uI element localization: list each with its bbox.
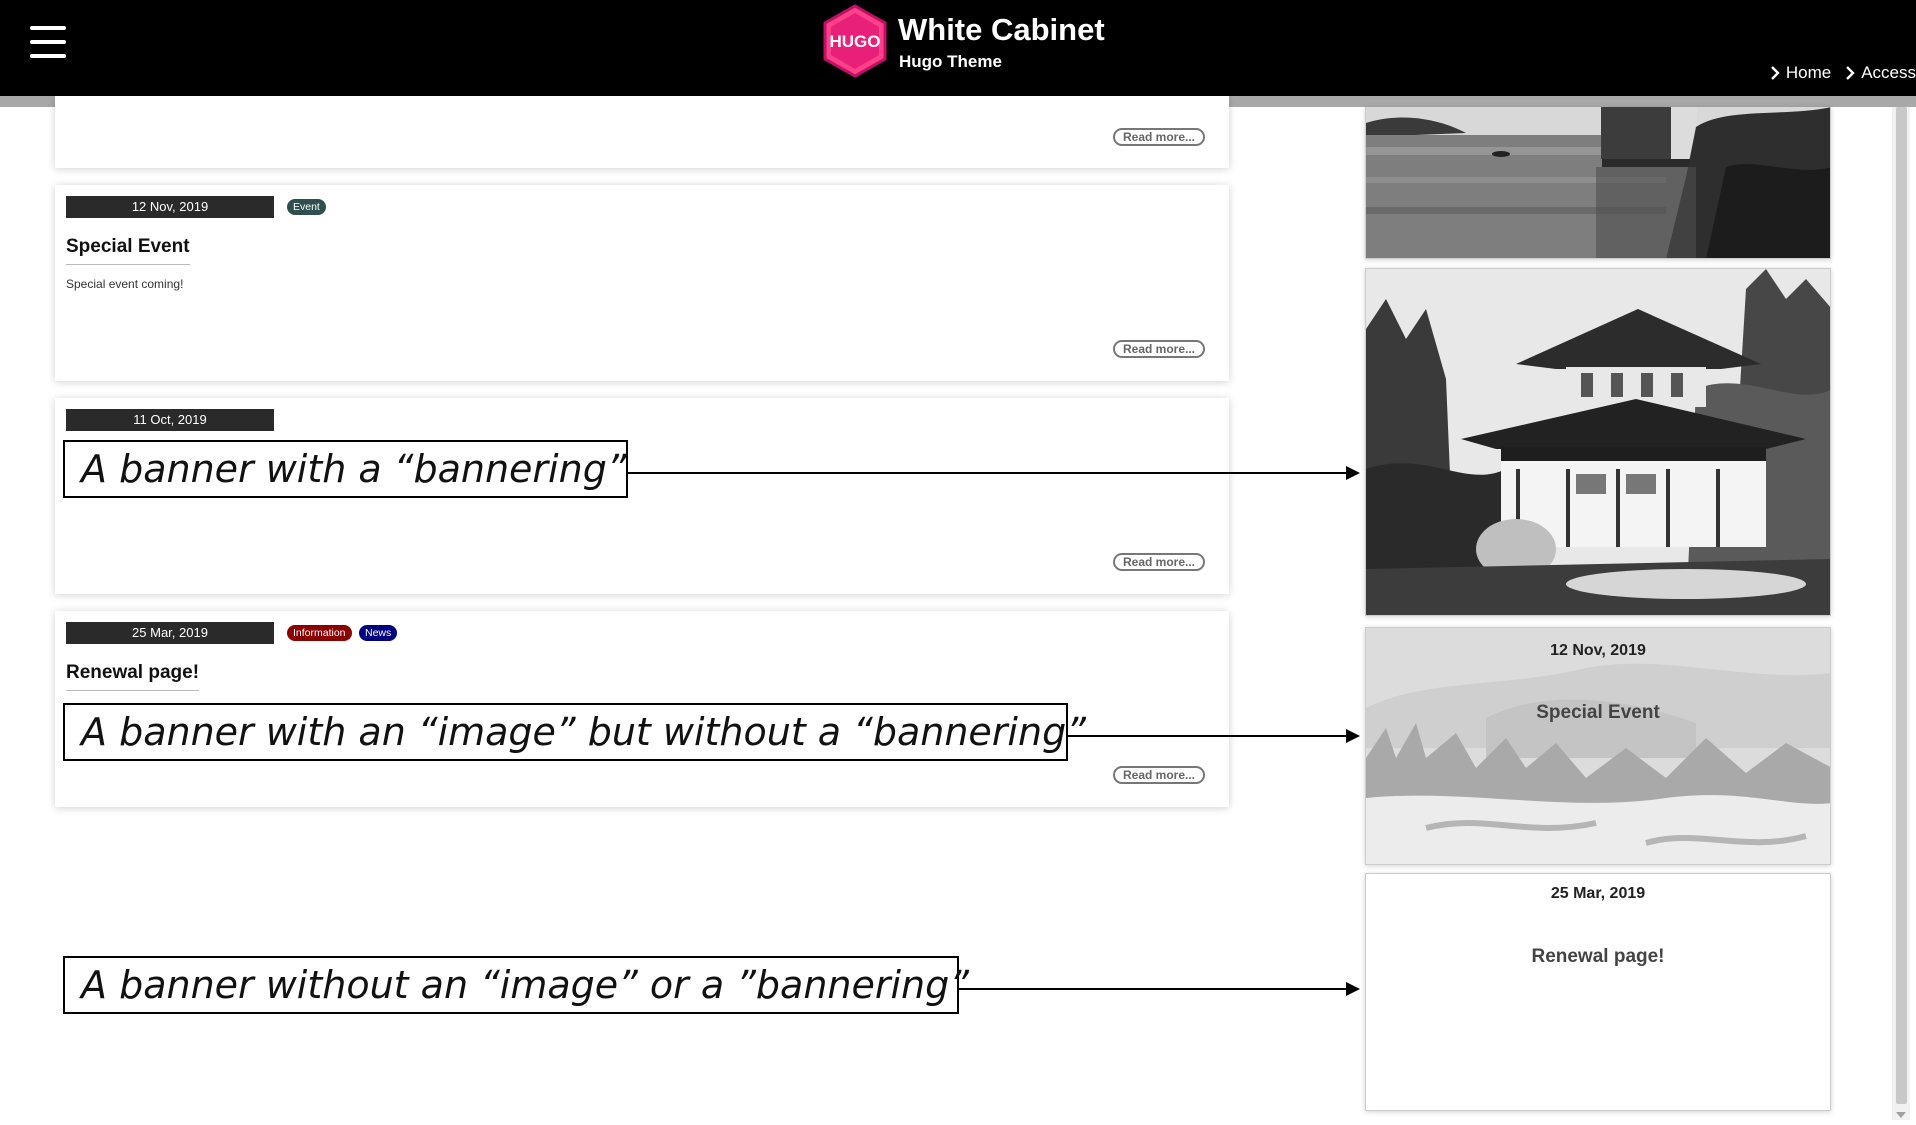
post-title[interactable]: Renewal page!	[66, 662, 200, 691]
read-more-button[interactable]: Read more...	[1113, 766, 1205, 784]
tag-badge-event[interactable]: Event	[287, 199, 326, 215]
annotation-no-image-no-bannering: A banner without an “image” or a ”banner…	[63, 956, 969, 1014]
tag-badge-news[interactable]: News	[359, 625, 398, 641]
nav-access-label: Access	[1861, 63, 1916, 82]
scrollbar-thumb[interactable]	[1896, 107, 1907, 1104]
site-subtitle: Hugo Theme	[899, 52, 1002, 71]
banner-title: Renewal page!	[1531, 946, 1665, 967]
vertical-scrollbar[interactable]	[1892, 107, 1910, 1120]
banner-date: 12 Nov, 2019	[1550, 642, 1646, 659]
banner-date: 25 Mar, 2019	[1550, 885, 1646, 902]
annotation-image-no-bannering: A banner with an “image” but without a “…	[63, 703, 1086, 761]
annotation-arrow	[628, 466, 1360, 480]
read-more-button[interactable]: Read more...	[1113, 553, 1205, 571]
nav-home-link[interactable]: Home	[1770, 63, 1831, 83]
site-title: White Cabinet	[898, 12, 1105, 47]
annotation-arrow	[959, 982, 1360, 996]
temple-photo-image	[1366, 269, 1830, 615]
post-date: 11 Oct, 2019	[66, 409, 274, 431]
chevron-right-icon	[1846, 66, 1855, 80]
annotation-arrow	[1068, 729, 1360, 743]
post-date: 12 Nov, 2019	[66, 196, 274, 218]
banner-title: Special Event	[1536, 702, 1660, 723]
post-date: 25 Mar, 2019	[66, 622, 274, 644]
read-more-button[interactable]: Read more...	[1113, 340, 1205, 358]
lake-photo-image	[1366, 107, 1830, 258]
banner-temple[interactable]	[1365, 268, 1831, 616]
annotation-bannering: A banner with a “bannering”	[63, 440, 628, 498]
tag-badge-information[interactable]: Information	[287, 625, 352, 641]
scroll-down-arrow-icon[interactable]	[1896, 1112, 1906, 1118]
nav-home-label: Home	[1785, 63, 1832, 82]
snow-photo-image	[1366, 628, 1830, 864]
chevron-right-icon	[1770, 66, 1780, 80]
post-excerpt: Special event coming!	[66, 277, 184, 291]
post-card: Read more...	[55, 96, 1229, 168]
banner-special-event[interactable]: 12 Nov, 2019 Special Event	[1365, 627, 1831, 865]
post-card: 12 Nov, 2019 Event Special Event Special…	[55, 185, 1229, 381]
nav-access-link[interactable]: Access	[1845, 63, 1916, 83]
read-more-button[interactable]: Read more...	[1113, 128, 1205, 146]
hugo-logo-icon: HUGO	[823, 4, 887, 78]
banner-renewal[interactable]: 25 Mar, 2019 Renewal page!	[1365, 873, 1831, 1111]
top-navigation: Home Access	[1770, 63, 1916, 83]
post-title[interactable]: Special Event	[66, 236, 190, 265]
banner-lake[interactable]	[1365, 107, 1831, 259]
menu-icon[interactable]	[30, 26, 66, 58]
svg-text:HUGO: HUGO	[830, 32, 881, 51]
